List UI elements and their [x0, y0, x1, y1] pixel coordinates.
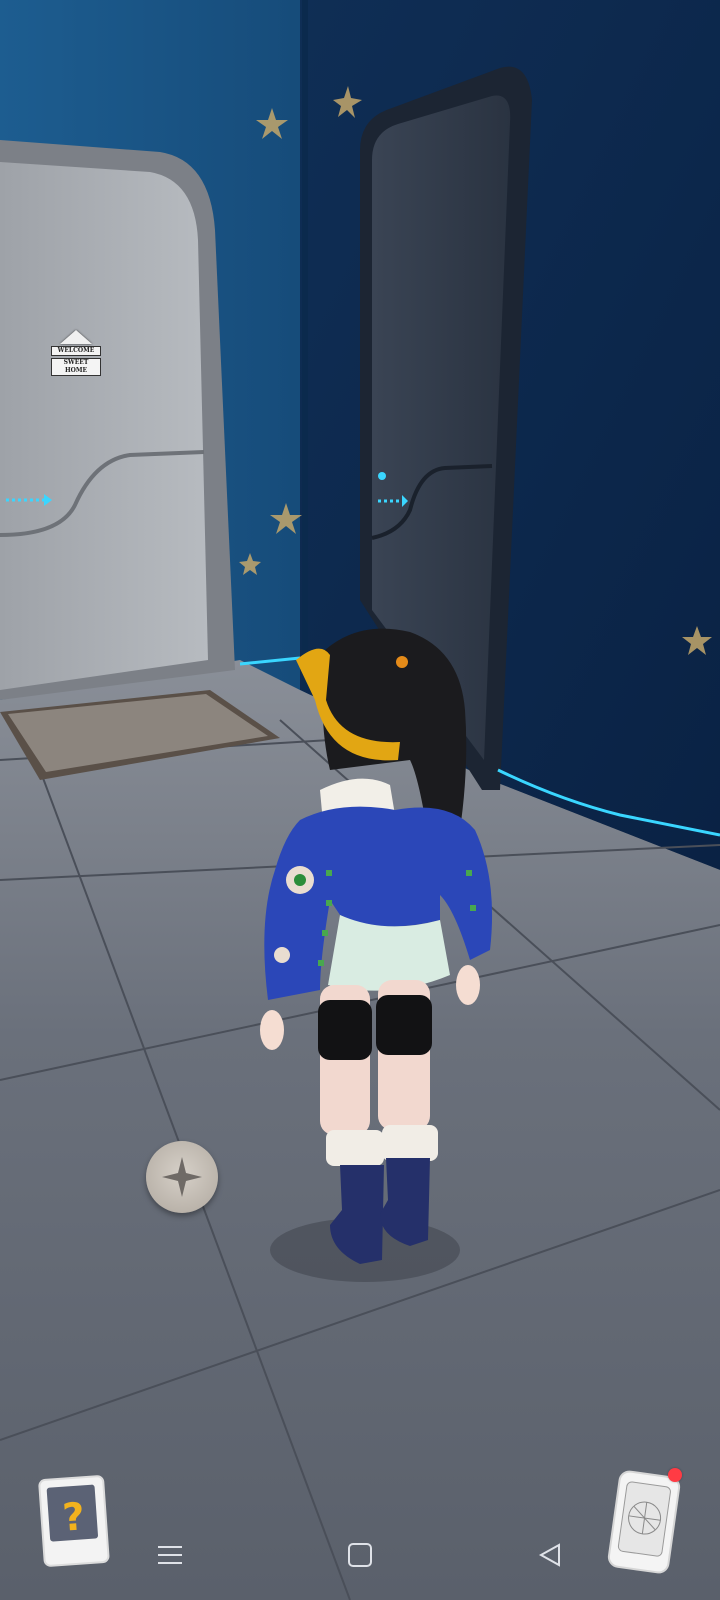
system-nav-bar — [150, 1535, 570, 1575]
game-scene[interactable] — [0, 0, 720, 1600]
home-square-icon[interactable] — [340, 1535, 380, 1575]
help-card-button[interactable]: ? — [36, 1472, 112, 1572]
back-triangle-icon[interactable] — [530, 1535, 570, 1575]
phone-map-icon — [607, 1470, 681, 1574]
movement-joystick[interactable] — [146, 1141, 218, 1213]
welcome-home-sign: WELCOME SWEET HOME — [44, 330, 108, 392]
notification-badge — [668, 1468, 682, 1482]
question-mark-icon: ? — [38, 1475, 110, 1567]
sign-line-1: WELCOME — [51, 346, 101, 356]
svg-text:?: ? — [61, 1494, 86, 1539]
menu-icon[interactable] — [150, 1535, 190, 1575]
four-point-star-icon — [162, 1157, 202, 1197]
sign-line-3-text: HOME — [64, 367, 88, 374]
sign-roof-icon — [60, 330, 92, 344]
sign-line-2: SWEET HOME — [51, 358, 101, 376]
sign-line-2-text: SWEET — [63, 359, 89, 366]
phone-map-button[interactable] — [600, 1468, 684, 1574]
